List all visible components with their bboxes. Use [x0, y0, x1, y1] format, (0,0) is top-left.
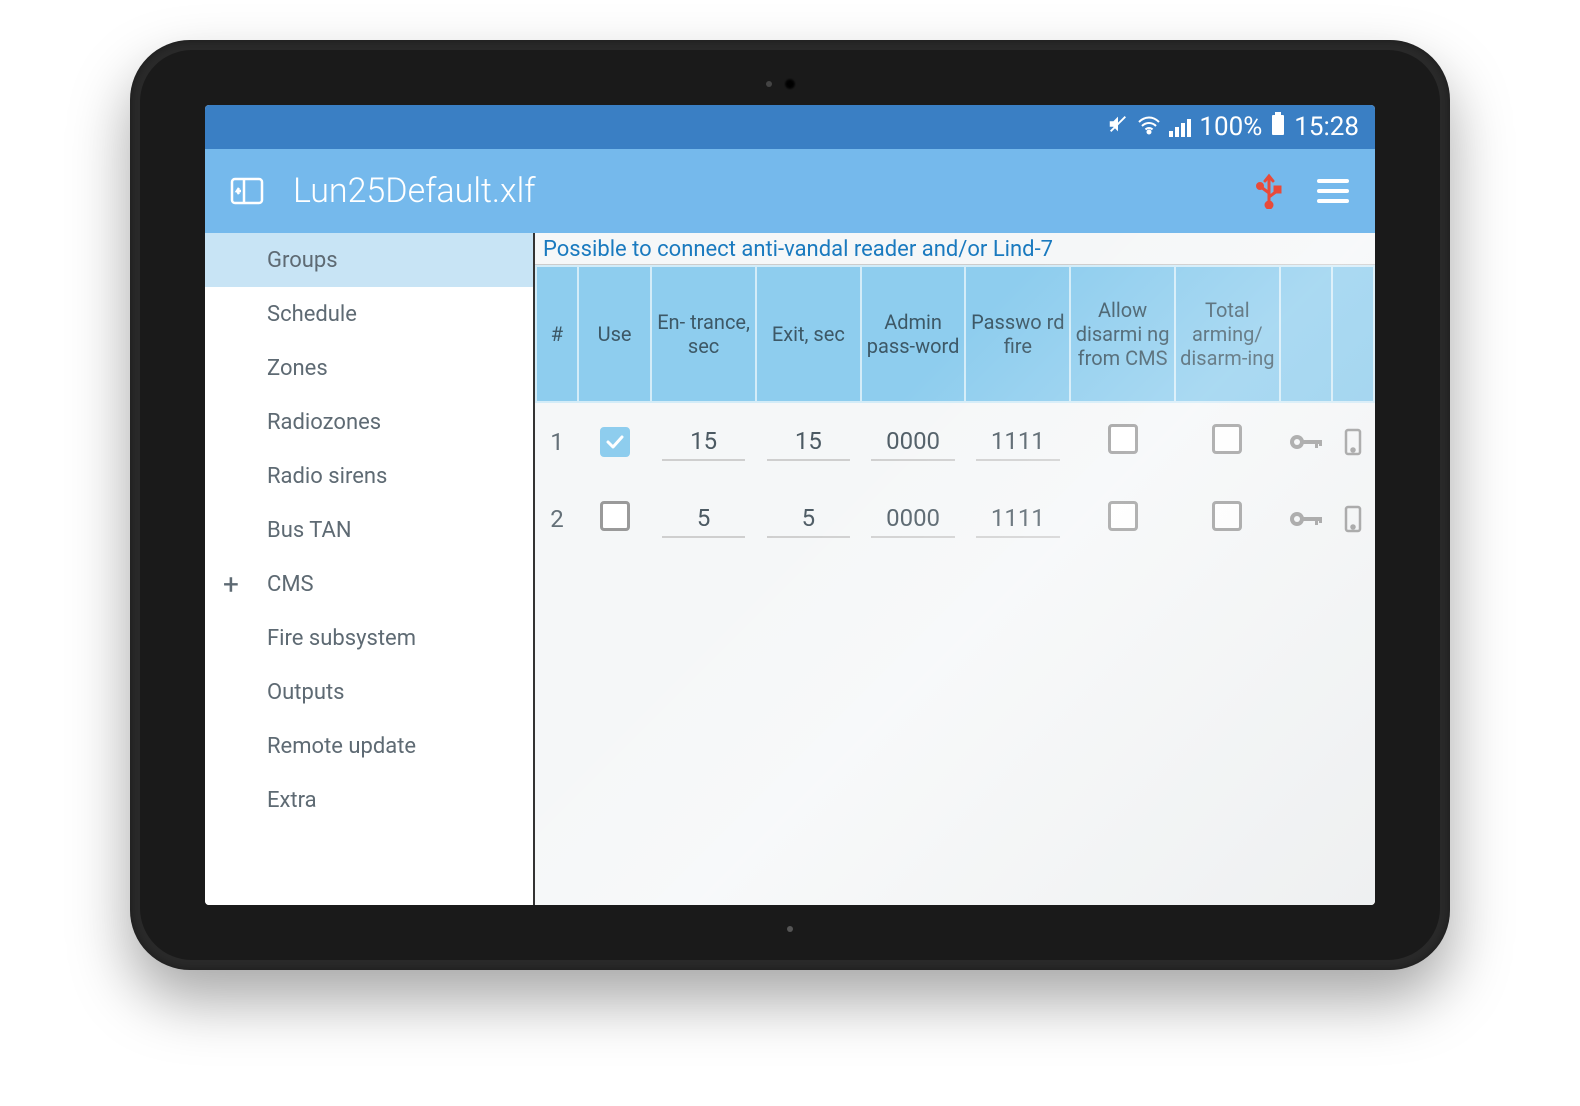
sidebar-item-label: Radiozones	[267, 410, 381, 435]
battery-text: 100%	[1199, 112, 1262, 142]
battery-icon	[1270, 112, 1286, 143]
cell-pwdfire	[965, 480, 1070, 558]
plus-icon: +	[223, 568, 239, 601]
cell-exit	[756, 480, 861, 558]
mute-icon	[1107, 112, 1129, 142]
tablet-bezel: 100% 15:28 Lun25Default.xlf	[140, 50, 1440, 960]
phone-icon[interactable]	[1332, 480, 1374, 558]
home-indicator	[787, 926, 793, 932]
admin-input[interactable]	[871, 500, 954, 538]
sidebar-item-radiozones[interactable]: Radiozones	[205, 395, 533, 449]
col-pwdfire: Passwo rd fire	[965, 266, 1070, 402]
menu-icon[interactable]	[1315, 179, 1351, 203]
cell-admin	[861, 480, 966, 558]
sidebar-item-label: CMS	[267, 572, 314, 597]
key-icon[interactable]	[1280, 402, 1332, 480]
allow-checkbox[interactable]	[1108, 424, 1138, 454]
col-entrance: En- trance, sec	[651, 266, 756, 402]
groups-table: # Use En- trance, sec Exit, sec Admin pa…	[535, 265, 1375, 558]
exit-input[interactable]	[767, 423, 850, 461]
pwdfire-input[interactable]	[976, 500, 1059, 538]
cell-use	[578, 402, 651, 480]
table-row: 2	[536, 480, 1374, 558]
phone-icon[interactable]	[1332, 402, 1374, 480]
sidebar-item-label: Outputs	[267, 680, 345, 705]
page-title: Lun25Default.xlf	[293, 171, 1223, 211]
allow-checkbox[interactable]	[1108, 501, 1138, 531]
usb-icon[interactable]	[1251, 173, 1287, 209]
total-checkbox[interactable]	[1212, 424, 1242, 454]
entrance-input[interactable]	[662, 500, 745, 538]
table-header-row: # Use En- trance, sec Exit, sec Admin pa…	[536, 266, 1374, 402]
back-panel-icon[interactable]	[229, 177, 265, 205]
col-total: Total arming/ disarm-ing	[1175, 266, 1280, 402]
admin-input[interactable]	[871, 423, 954, 461]
sidebar-item-label: Bus TAN	[267, 518, 352, 543]
sidebar-item-remote-update[interactable]: Remote update	[205, 719, 533, 773]
col-use: Use	[578, 266, 651, 402]
sidebar-item-extra[interactable]: Extra	[205, 773, 533, 827]
col-admin: Admin pass-word	[861, 266, 966, 402]
pwdfire-input[interactable]	[976, 423, 1059, 461]
cell-exit	[756, 402, 861, 480]
sidebar-item-label: Remote update	[267, 734, 416, 759]
cell-entrance	[651, 480, 756, 558]
cell-use	[578, 480, 651, 558]
col-key	[1280, 266, 1332, 402]
app-bar: Lun25Default.xlf	[205, 149, 1375, 233]
sidebar-item-fire-subsystem[interactable]: Fire subsystem	[205, 611, 533, 665]
sidebar-item-schedule[interactable]: Schedule	[205, 287, 533, 341]
cell-allow	[1070, 480, 1175, 558]
sidebar-item-label: Zones	[267, 356, 328, 381]
row-num: 1	[536, 402, 578, 480]
front-camera	[784, 78, 796, 90]
sidebar-item-label: Fire subsystem	[267, 626, 416, 651]
sidebar-item-radio-sirens[interactable]: Radio sirens	[205, 449, 533, 503]
signal-icon	[1169, 117, 1191, 137]
entrance-input[interactable]	[662, 423, 745, 461]
cell-pwdfire	[965, 402, 1070, 480]
tablet-frame: 100% 15:28 Lun25Default.xlf	[130, 40, 1450, 970]
cell-total	[1175, 480, 1280, 558]
screen: 100% 15:28 Lun25Default.xlf	[205, 105, 1375, 905]
sidebar-item-label: Extra	[267, 788, 317, 813]
sidebar-item-label: Radio sirens	[267, 464, 387, 489]
col-exit: Exit, sec	[756, 266, 861, 402]
use-checkbox[interactable]	[600, 501, 630, 531]
main-panel: Possible to connect anti-vandal reader a…	[535, 233, 1375, 905]
sidebar: Groups Schedule Zones Radiozones Radio siren…	[205, 233, 535, 905]
total-checkbox[interactable]	[1212, 501, 1242, 531]
wifi-icon	[1137, 112, 1161, 142]
cell-entrance	[651, 402, 756, 480]
col-phone	[1332, 266, 1374, 402]
sidebar-item-zones[interactable]: Zones	[205, 341, 533, 395]
status-icons: 100% 15:28	[1107, 112, 1359, 143]
sidebar-item-label: Schedule	[267, 302, 357, 327]
clock-text: 15:28	[1294, 112, 1359, 142]
sidebar-item-label: Groups	[267, 248, 338, 273]
sidebar-item-groups[interactable]: Groups	[205, 233, 533, 287]
row-num: 2	[536, 480, 578, 558]
cell-admin	[861, 402, 966, 480]
cell-total	[1175, 402, 1280, 480]
table-row: 1	[536, 402, 1374, 480]
content-area: Groups Schedule Zones Radiozones Radio siren…	[205, 233, 1375, 905]
key-icon[interactable]	[1280, 480, 1332, 558]
use-checkbox[interactable]	[600, 427, 630, 457]
sidebar-item-cms[interactable]: + CMS	[205, 557, 533, 611]
cell-allow	[1070, 402, 1175, 480]
sidebar-item-outputs[interactable]: Outputs	[205, 665, 533, 719]
col-num: #	[536, 266, 578, 402]
col-allow: Allow disarmi ng from CMS	[1070, 266, 1175, 402]
info-text: Possible to connect anti-vandal reader a…	[535, 233, 1375, 265]
status-bar: 100% 15:28	[205, 105, 1375, 149]
sidebar-item-bus-tan[interactable]: Bus TAN	[205, 503, 533, 557]
exit-input[interactable]	[767, 500, 850, 538]
